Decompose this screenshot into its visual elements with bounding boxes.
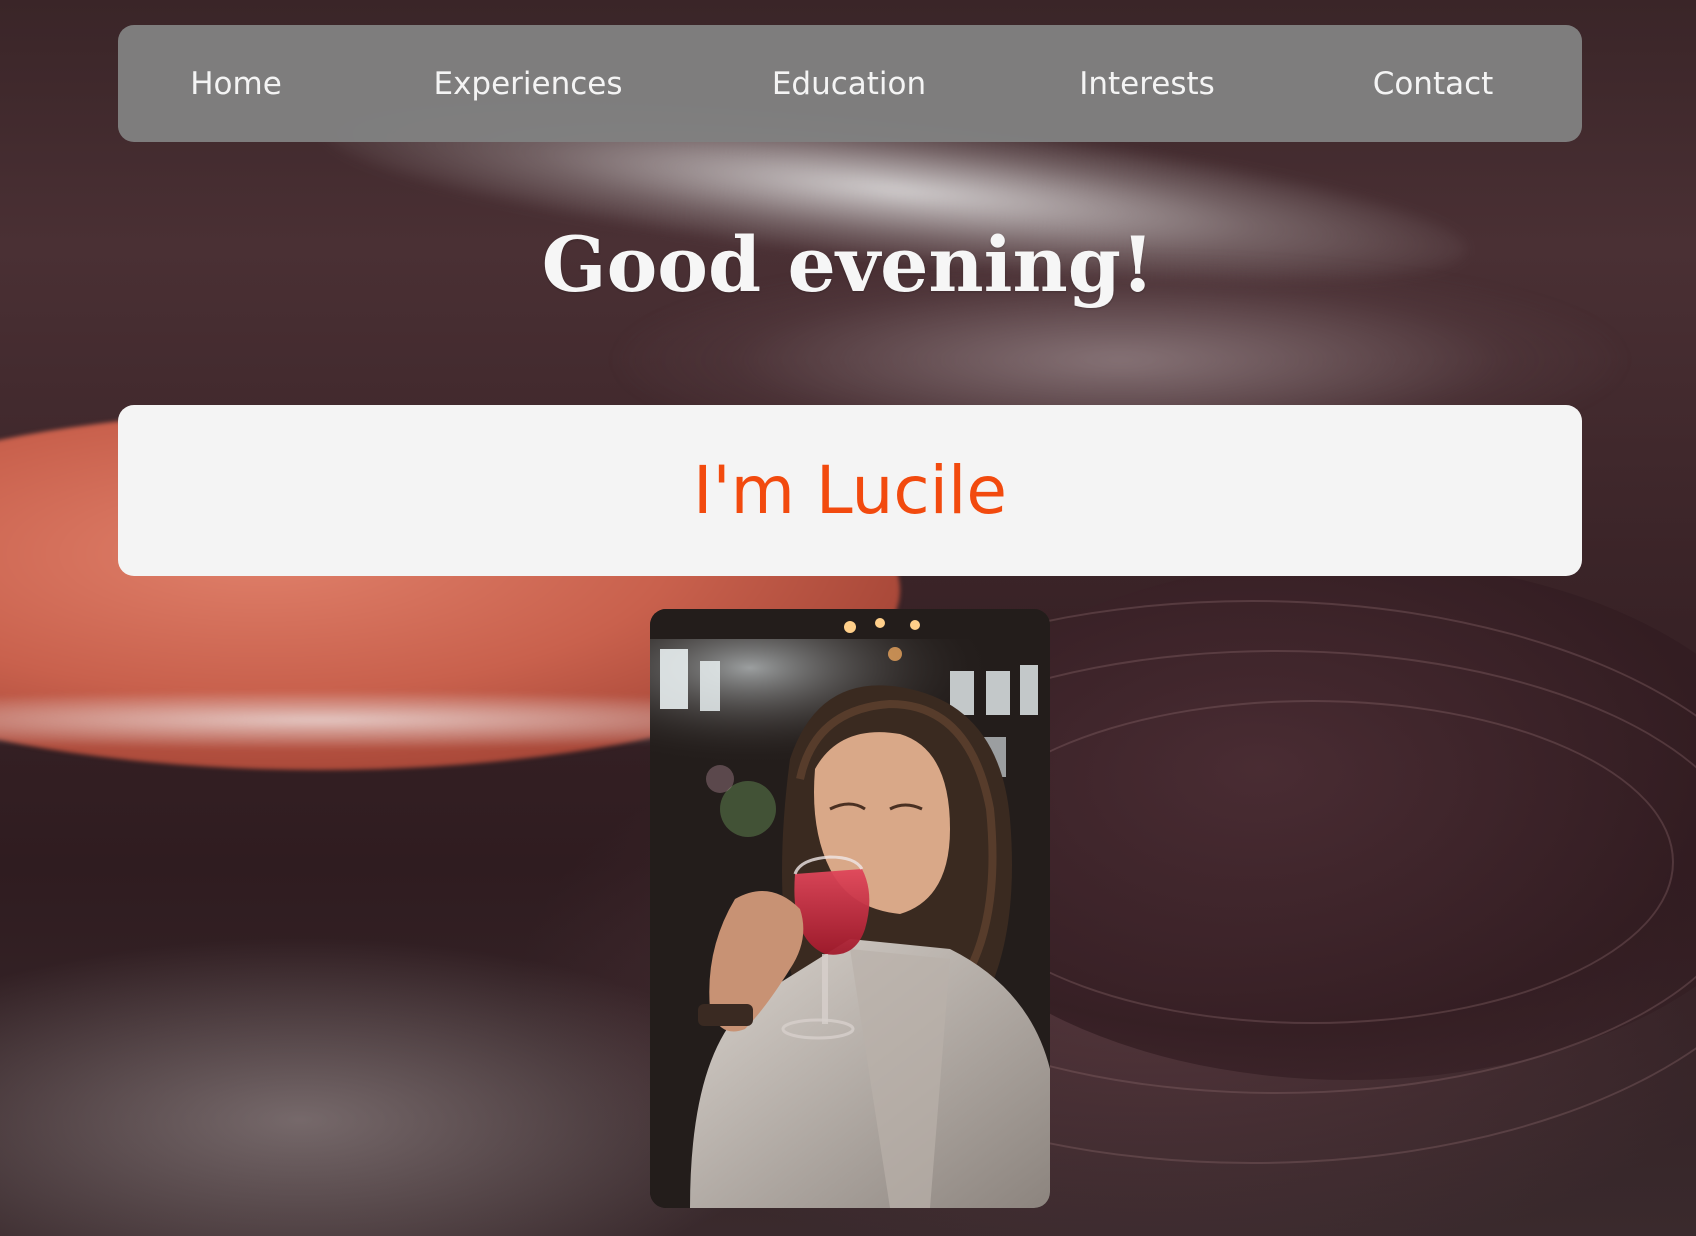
nav-link-experiences[interactable]: Experiences	[418, 25, 638, 142]
nav-link-education[interactable]: Education	[758, 25, 940, 142]
nav-link-interests[interactable]: Interests	[1064, 25, 1230, 142]
background-record-ring	[950, 700, 1674, 1024]
nav-link-home[interactable]: Home	[168, 25, 304, 142]
name-card: I'm Lucile	[118, 405, 1582, 576]
nav-link-contact[interactable]: Contact	[1356, 25, 1510, 142]
name-heading: I'm Lucile	[693, 451, 1007, 529]
portrait-photo-illustration	[650, 609, 1050, 1208]
main-navigation-bar: Home Experiences Education Interests Con…	[118, 25, 1582, 142]
portrait-photo	[650, 609, 1050, 1208]
greeting-heading: Good evening!	[541, 220, 1155, 309]
